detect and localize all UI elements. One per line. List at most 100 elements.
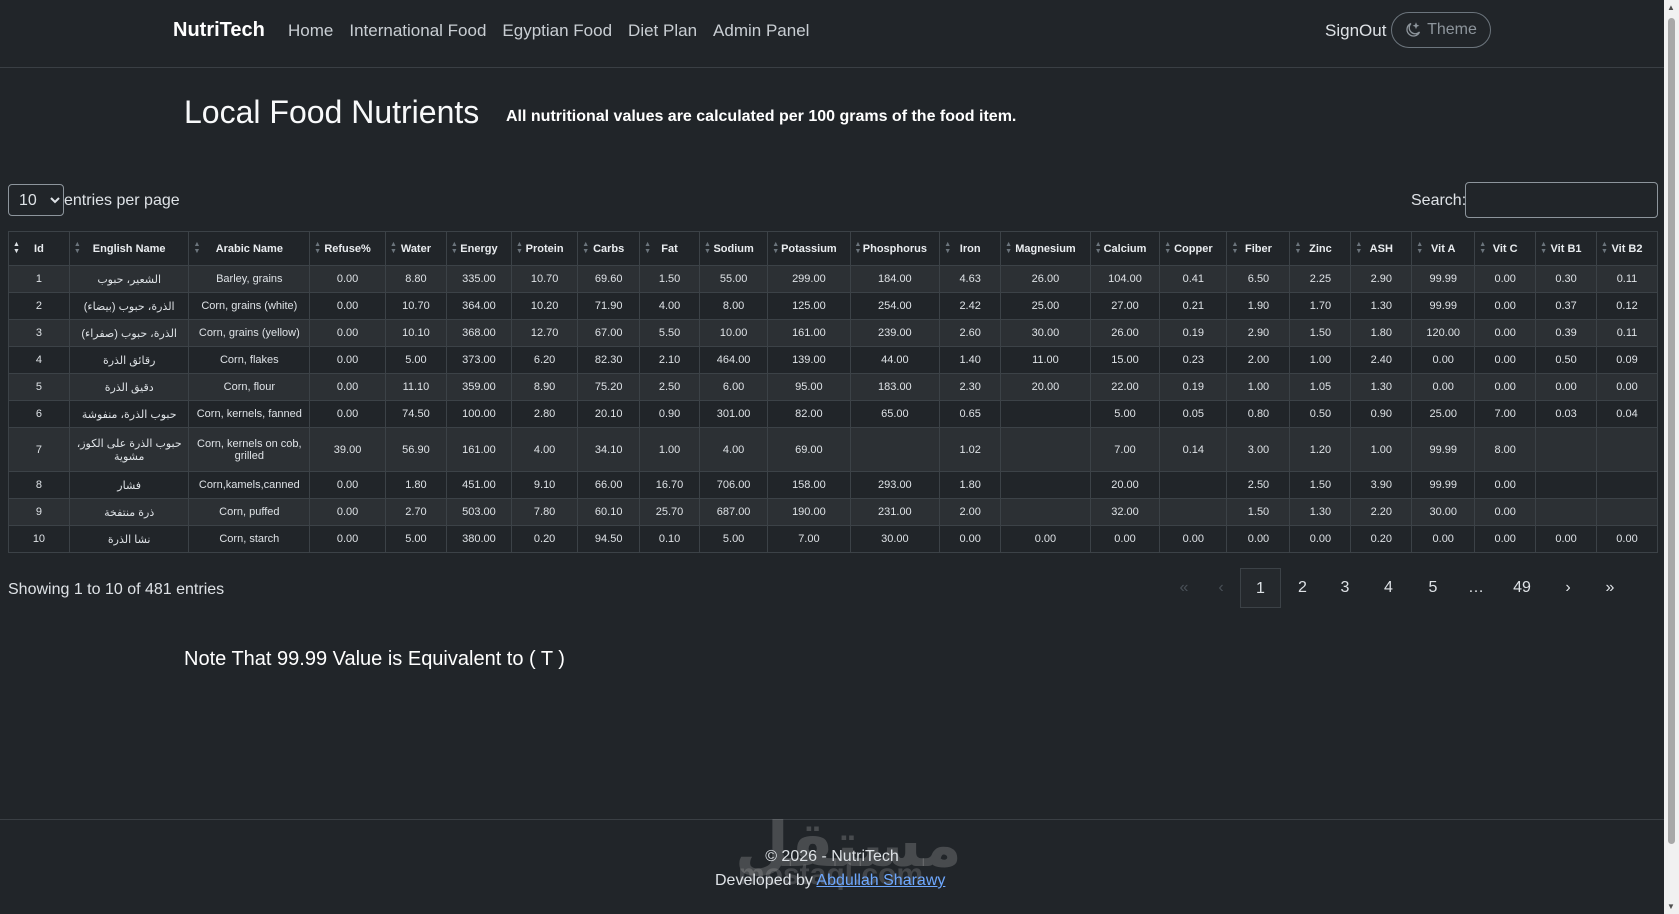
pagination-prev[interactable]: ‹	[1202, 568, 1240, 608]
table-cell: 10.10	[384, 319, 447, 347]
sort-arrows-icon: ▲ ▼	[1164, 241, 1172, 255]
signout-link[interactable]: SignOut	[1325, 21, 1386, 41]
table-cell: 0.00	[1474, 319, 1537, 347]
column-header[interactable]: ▲ ▼ Vit B2	[1595, 231, 1659, 266]
table-cell	[1595, 471, 1659, 499]
table-cell: 74.50	[384, 400, 447, 428]
column-header[interactable]: ▲ ▼ Refuse%	[309, 231, 386, 266]
table-cell: 0.90	[1350, 400, 1413, 428]
table-row: 5 دقيق الذرة Corn, flour 0.00 11.10 359.00 8.9…	[8, 373, 1659, 401]
developer-link[interactable]: Abdullah Sharawy	[816, 872, 945, 889]
table-row: 1 الشعير، حبوب Barley, grains 0.00 8.80 335.0…	[8, 265, 1659, 293]
sort-arrows-icon: ▲ ▼	[944, 241, 952, 255]
table-cell: دقيق الذرة	[68, 373, 190, 401]
table-cell: 373.00	[445, 346, 513, 374]
pagination-page-4[interactable]: 4	[1366, 568, 1411, 608]
table-cell	[1595, 427, 1659, 472]
table-cell: 0.00	[309, 265, 386, 293]
table-cell: 1.05	[1289, 373, 1352, 401]
column-header[interactable]: ▲ ▼ ASH	[1350, 231, 1413, 266]
column-header[interactable]: ▲ ▼ Iron	[939, 231, 1002, 266]
page-title: Local Food Nutrients	[184, 94, 480, 130]
pagination-page-5[interactable]: 5	[1411, 568, 1455, 608]
brand-logo[interactable]: NutriTech	[173, 19, 265, 42]
table-cell: 0.00	[1411, 373, 1476, 401]
table-cell: 3.90	[1350, 471, 1413, 499]
scroll-down-arrow-icon[interactable]: ▼	[1667, 902, 1675, 911]
column-header[interactable]: ▲ ▼ Arabic Name	[188, 231, 311, 266]
pagination-page-3[interactable]: 3	[1324, 568, 1366, 608]
table-cell: 0.04	[1595, 400, 1659, 428]
table-cell: 67.00	[577, 319, 641, 347]
column-header[interactable]: ▲ ▼ Vit A	[1411, 231, 1476, 266]
table-cell: 1.80	[939, 471, 1002, 499]
column-header[interactable]: ▲ ▼ English Name	[68, 231, 190, 266]
column-header-label: Phosphorus	[862, 242, 927, 255]
search-input[interactable]	[1465, 182, 1658, 218]
table-cell: 293.00	[849, 471, 941, 499]
table-cell: Corn, kernels on cob, grilled	[188, 427, 311, 472]
table-cell: 125.00	[767, 292, 851, 320]
column-header[interactable]: ▲ ▼ Protein	[510, 231, 579, 266]
pagination-next[interactable]: ›	[1547, 568, 1589, 608]
nav-diet-plan[interactable]: Diet Plan	[628, 21, 697, 41]
table-cell: 9	[8, 498, 70, 526]
table-cell: 0.00	[1535, 373, 1597, 401]
sort-arrows-icon: ▲ ▼	[1479, 241, 1487, 255]
table-cell: 0.00	[309, 292, 386, 320]
table-cell: 75.20	[577, 373, 641, 401]
column-header-label: Water	[400, 242, 431, 255]
sort-arrows-icon: ▲ ▼	[1600, 241, 1608, 255]
table-cell: نشا الذرة	[68, 525, 190, 553]
table-cell: 104.00	[1089, 265, 1161, 293]
column-header[interactable]: ▲ ▼ Vit C	[1474, 231, 1537, 266]
column-header[interactable]: ▲ ▼ Id	[8, 231, 70, 266]
sort-arrows-icon: ▲ ▼	[1355, 241, 1363, 255]
sort-arrows-icon: ▲ ▼	[582, 241, 590, 255]
column-header[interactable]: ▲ ▼ Phosphorus	[849, 231, 941, 266]
table-cell: 30.00	[1411, 498, 1476, 526]
table-cell: 5.00	[698, 525, 769, 553]
pagination-last[interactable]: »	[1589, 568, 1631, 608]
column-header[interactable]: ▲ ▼ Sodium	[698, 231, 769, 266]
pagination-page-2[interactable]: 2	[1281, 568, 1324, 608]
column-header[interactable]: ▲ ▼ Potassium	[767, 231, 851, 266]
table-cell: 0.09	[1595, 346, 1659, 374]
sort-arrows-icon: ▲ ▼	[516, 241, 523, 255]
table-cell: 6.50	[1226, 265, 1291, 293]
column-header[interactable]: ▲ ▼ Magnesium	[1000, 231, 1091, 266]
column-header[interactable]: ▲ ▼ Water	[384, 231, 447, 266]
nav-links: Home International Food Egyptian Food Di…	[288, 21, 809, 41]
nav-egyptian-food[interactable]: Egyptian Food	[502, 21, 612, 41]
pagination-page-1[interactable]: 1	[1240, 568, 1281, 608]
nav-home[interactable]: Home	[288, 21, 333, 41]
column-header[interactable]: ▲ ▼ Calcium	[1089, 231, 1161, 266]
column-header-label: Zinc	[1309, 242, 1332, 255]
table-cell: حبوب الذرة على الكوز، مشوية	[68, 427, 190, 472]
table-cell: 0.00	[1595, 373, 1659, 401]
table-cell: 2.10	[639, 346, 700, 374]
column-header[interactable]: ▲ ▼ Carbs	[577, 231, 641, 266]
table-row: 6 حبوب الذرة، منفوشة Corn, kernels, fanned…	[8, 400, 1659, 428]
column-header[interactable]: ▲ ▼ Zinc	[1289, 231, 1352, 266]
column-header[interactable]: ▲ ▼ Copper	[1159, 231, 1228, 266]
per-page-select[interactable]: 10	[8, 184, 64, 216]
column-header[interactable]: ▲ ▼ Fat	[639, 231, 700, 266]
column-header[interactable]: ▲ ▼ Fiber	[1226, 231, 1291, 266]
table-cell: 0.00	[1474, 498, 1537, 526]
pagination-page-49[interactable]: 49	[1497, 568, 1547, 608]
column-header[interactable]: ▲ ▼ Vit B1	[1535, 231, 1597, 266]
scroll-up-arrow-icon[interactable]: ▲	[1667, 3, 1675, 12]
pagination-first[interactable]: «	[1166, 568, 1202, 608]
theme-toggle-button[interactable]: Theme	[1391, 12, 1491, 48]
column-header[interactable]: ▲ ▼ Energy	[445, 231, 513, 266]
table-cell: 0.00	[1411, 525, 1476, 553]
page-scrollbar[interactable]: ▲ ▼	[1664, 0, 1679, 914]
scroll-thumb[interactable]	[1668, 18, 1675, 844]
nav-international-food[interactable]: International Food	[349, 21, 486, 41]
nav-admin-panel[interactable]: Admin Panel	[713, 21, 809, 41]
column-header-label: English Name	[92, 242, 166, 255]
table-cell: 0.05	[1159, 400, 1228, 428]
sort-arrows-icon: ▲ ▼	[13, 241, 20, 255]
table-cell: 2.42	[939, 292, 1002, 320]
